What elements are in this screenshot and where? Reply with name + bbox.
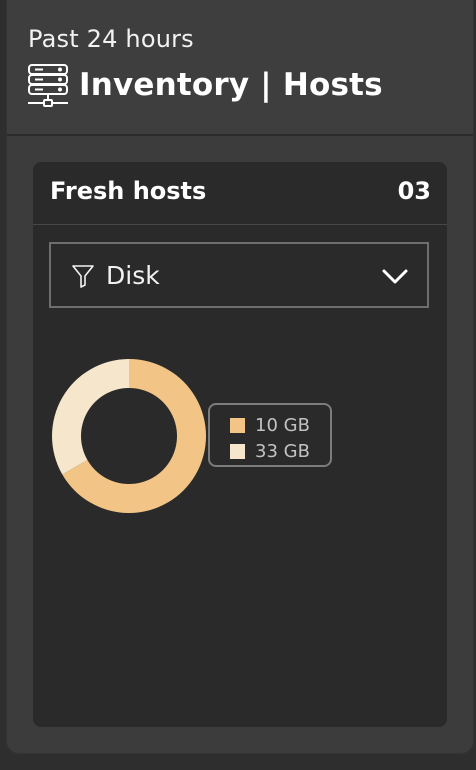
title-row: Inventory | Hosts <box>26 62 383 108</box>
legend-swatch <box>230 443 245 459</box>
legend-label: 33 GB <box>255 440 310 462</box>
server-rack-icon <box>28 64 68 107</box>
panel-header: Past 24 hours Inventory | Hosts <box>7 0 473 136</box>
chart-legend: 10 GB 33 GB <box>208 403 332 467</box>
time-range-label: Past 24 hours <box>28 25 194 53</box>
host-count: 03 <box>397 177 431 205</box>
page-title: Inventory | Hosts <box>79 67 383 103</box>
card-header: Fresh hosts 03 <box>33 162 447 225</box>
legend-item: 10 GB <box>230 413 330 437</box>
chevron-down-icon <box>382 269 408 284</box>
legend-label: 10 GB <box>255 414 310 436</box>
funnel-icon <box>72 265 94 288</box>
disk-donut-chart <box>52 359 206 513</box>
legend-item: 33 GB <box>230 439 330 463</box>
legend-swatch <box>230 417 245 433</box>
card-title: Fresh hosts <box>50 177 207 205</box>
donut-slice-2[interactable] <box>52 359 129 475</box>
fresh-hosts-card: Fresh hosts 03 Disk 10 GB 33 GB <box>33 162 447 727</box>
disk-filter-dropdown[interactable]: Disk <box>49 242 429 308</box>
filter-selected-value: Disk <box>106 261 160 290</box>
inventory-hosts-panel: Past 24 hours Inventory | Hosts Fresh ho… <box>7 0 473 753</box>
